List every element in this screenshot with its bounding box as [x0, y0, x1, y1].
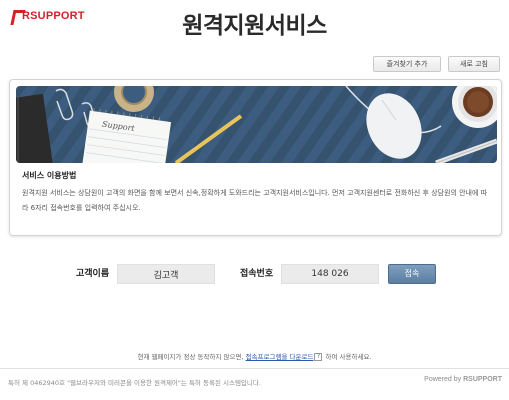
download-program-link[interactable]: 접속프로그램을 다운로드	[246, 353, 314, 361]
powered-by-prefix: Powered by	[424, 376, 462, 383]
connect-button[interactable]: 접속	[388, 264, 436, 284]
service-usage-description: 원격지원 서비스는 상담원이 고객의 화면을 함께 보면서 신속,정확하게 도와…	[22, 189, 488, 212]
help-icon[interactable]: ?	[314, 353, 323, 361]
powered-by-brand: RSUPPORT	[463, 376, 502, 383]
footer-divider	[0, 368, 509, 369]
access-code-input[interactable]	[281, 264, 379, 284]
customer-name-input[interactable]	[117, 264, 215, 284]
add-favorite-button[interactable]: 즐겨찾기 추가	[373, 56, 441, 72]
download-notice: 현재 웹페이지가 정상 동작하지 않으면, 접속프로그램을 다운로드? 하여 사…	[0, 351, 509, 361]
patent-text: 특허 제 0462940호 "웹브라우저와 미러콘을 이용한 원격제어"는 특허…	[8, 379, 261, 387]
refresh-button[interactable]: 새로 고침	[448, 56, 500, 72]
customer-name-label: 고객이름	[76, 269, 110, 279]
notice-suffix: 하여 사용하세요.	[325, 353, 372, 361]
service-info-card: Support 서비스 이용방법 원격지원 서비스는 상담원이 고객의 화면을 …	[9, 79, 502, 236]
page-title: 원격지원서비스	[182, 13, 327, 39]
access-code-label: 접속번호	[240, 269, 274, 279]
notice-prefix: 현재 웹페이지가 정상 동작하지 않으면,	[137, 353, 244, 361]
powered-by: Powered by RSUPPORT	[424, 376, 502, 383]
service-usage-title: 서비스 이용방법	[22, 171, 77, 180]
banner-image: Support	[16, 86, 497, 163]
